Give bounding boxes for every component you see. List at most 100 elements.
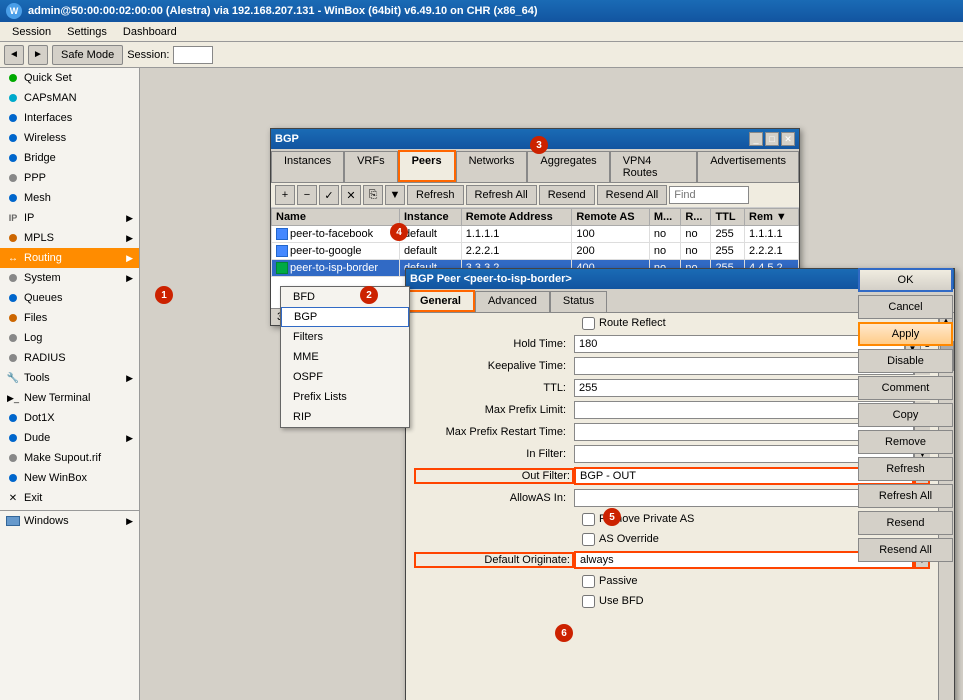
add-button[interactable]: + (275, 185, 295, 205)
sidebar-item-dude[interactable]: Dude ▶ (0, 428, 139, 448)
table-row[interactable]: peer-to-facebook default 1.1.1.1 100 no … (272, 226, 799, 243)
bgp-minimize-button[interactable]: _ (749, 132, 763, 146)
col-remote-as[interactable]: Remote AS (572, 209, 650, 226)
peer-tab-general[interactable]: General (406, 290, 475, 312)
bgp-close-button[interactable]: ✕ (781, 132, 795, 146)
refresh-all-button-right[interactable]: Refresh All (858, 484, 953, 508)
as-override-checkbox[interactable] (582, 533, 595, 546)
submenu-prefix-lists[interactable]: Prefix Lists (281, 387, 409, 407)
table-row[interactable]: peer-to-google default 2.2.2.1 200 no no… (272, 243, 799, 260)
sidebar-item-system[interactable]: System ▶ (0, 268, 139, 288)
sidebar-item-interfaces[interactable]: Interfaces (0, 108, 139, 128)
sidebar-item-ip[interactable]: IP IP ▶ (0, 208, 139, 228)
copy-button-right[interactable]: Copy (858, 403, 953, 427)
col-rem[interactable]: Rem ▼ (745, 209, 799, 226)
hold-time-input[interactable] (574, 335, 905, 353)
remove-private-as-checkbox[interactable] (582, 513, 595, 526)
passive-row: Passive (406, 571, 938, 591)
sidebar-item-queues[interactable]: Queues (0, 288, 139, 308)
submenu-rip[interactable]: RIP (281, 407, 409, 427)
session-input[interactable] (173, 46, 213, 64)
resend-all-button-right[interactable]: Resend All (858, 538, 953, 562)
menu-dashboard[interactable]: Dashboard (115, 24, 185, 40)
keepalive-label: Keepalive Time: (414, 360, 574, 372)
apply-button[interactable]: Apply (858, 322, 953, 346)
tab-peers[interactable]: Peers (398, 150, 456, 182)
sidebar: Quick Set CAPsMAN Interfaces Wireless Br… (0, 68, 140, 700)
radius-icon (6, 351, 20, 365)
ok-button[interactable]: OK (858, 268, 953, 292)
col-remote-addr[interactable]: Remote Address (461, 209, 572, 226)
submenu-bgp[interactable]: BGP (281, 307, 409, 327)
tab-vrfs[interactable]: VRFs (344, 151, 398, 182)
sidebar-item-wireless[interactable]: Wireless (0, 128, 139, 148)
bgp-refresh-all-button[interactable]: Refresh All (466, 185, 537, 205)
sidebar-item-windows[interactable]: Windows ▶ (0, 511, 139, 531)
comment-button[interactable]: Comment (858, 376, 953, 400)
tab-aggregates[interactable]: Aggregates (527, 151, 609, 182)
copy-button[interactable]: ⎘ (363, 185, 383, 205)
sidebar-item-routing[interactable]: ↔ Routing ▶ (0, 248, 139, 268)
refresh-button-right[interactable]: Refresh (858, 457, 953, 481)
submenu-filters[interactable]: Filters (281, 327, 409, 347)
tab-instances[interactable]: Instances (271, 151, 344, 182)
dot1x-icon (6, 411, 20, 425)
bgp-resend-all-button[interactable]: Resend All (597, 185, 668, 205)
col-name[interactable]: Name (272, 209, 400, 226)
sidebar-item-ppp[interactable]: PPP (0, 168, 139, 188)
disable-button[interactable]: Disable (858, 349, 953, 373)
submenu-mme[interactable]: MME (281, 347, 409, 367)
peer-tab-status[interactable]: Status (550, 291, 607, 312)
safe-mode-button[interactable]: Safe Mode (52, 45, 123, 65)
bgp-refresh-button[interactable]: Refresh (407, 185, 464, 205)
find-input[interactable] (669, 186, 749, 204)
remove-button-right[interactable]: Remove (858, 430, 953, 454)
route-reflect-checkbox[interactable] (582, 317, 595, 330)
tab-networks[interactable]: Networks (456, 151, 528, 182)
menu-session[interactable]: Session (4, 24, 59, 40)
cancel-edit-button[interactable]: ✕ (341, 185, 361, 205)
sidebar-item-log[interactable]: Log (0, 328, 139, 348)
bridge-icon (6, 151, 20, 165)
tab-advertisements[interactable]: Advertisements (697, 151, 799, 182)
allowas-in-label: AllowAS In: (414, 492, 574, 504)
menu-bar: Session Settings Dashboard (0, 22, 963, 42)
col-m[interactable]: M... (649, 209, 681, 226)
tab-vpn4-routes[interactable]: VPN4 Routes (610, 151, 698, 182)
out-filter-label: Out Filter: (414, 468, 574, 484)
sidebar-item-tools[interactable]: 🔧 Tools ▶ (0, 368, 139, 388)
bgp-resend-button[interactable]: Resend (539, 185, 595, 205)
peer-tab-advanced[interactable]: Advanced (475, 291, 550, 312)
resend-button-right[interactable]: Resend (858, 511, 953, 535)
dude-icon (6, 431, 20, 445)
sidebar-item-files[interactable]: Files (0, 308, 139, 328)
sidebar-item-make-supout[interactable]: Make Supout.rif (0, 448, 139, 468)
forward-button[interactable]: ► (28, 45, 48, 65)
filter-button[interactable]: ▼ (385, 185, 405, 205)
passive-checkbox[interactable] (582, 575, 595, 588)
sidebar-item-radius[interactable]: RADIUS (0, 348, 139, 368)
ip-icon: IP (6, 211, 20, 225)
bgp-maximize-button[interactable]: □ (765, 132, 779, 146)
sidebar-item-new-winbox[interactable]: New WinBox (0, 468, 139, 488)
menu-settings[interactable]: Settings (59, 24, 115, 40)
sidebar-item-quick-set[interactable]: Quick Set (0, 68, 139, 88)
sidebar-item-new-terminal[interactable]: ▶_ New Terminal (0, 388, 139, 408)
sidebar-item-dot1x[interactable]: Dot1X (0, 408, 139, 428)
sidebar-item-bridge[interactable]: Bridge (0, 148, 139, 168)
col-ttl[interactable]: TTL (711, 209, 745, 226)
back-button[interactable]: ◄ (4, 45, 24, 65)
bgp-toolbar: + − ✓ ✕ ⎘ ▼ Refresh Refresh All Resend R… (271, 183, 799, 208)
sidebar-item-exit[interactable]: ✕ Exit (0, 488, 139, 508)
sidebar-item-mpls[interactable]: MPLS ▶ (0, 228, 139, 248)
use-bfd-checkbox[interactable] (582, 595, 595, 608)
sidebar-item-mesh[interactable]: Mesh (0, 188, 139, 208)
edit-button[interactable]: ✓ (319, 185, 339, 205)
col-r[interactable]: R... (681, 209, 711, 226)
remove-button[interactable]: − (297, 185, 317, 205)
cancel-button[interactable]: Cancel (858, 295, 953, 319)
sidebar-item-capsman[interactable]: CAPsMAN (0, 88, 139, 108)
submenu-bfd[interactable]: BFD (281, 287, 409, 307)
col-instance[interactable]: Instance (399, 209, 461, 226)
submenu-ospf[interactable]: OSPF (281, 367, 409, 387)
